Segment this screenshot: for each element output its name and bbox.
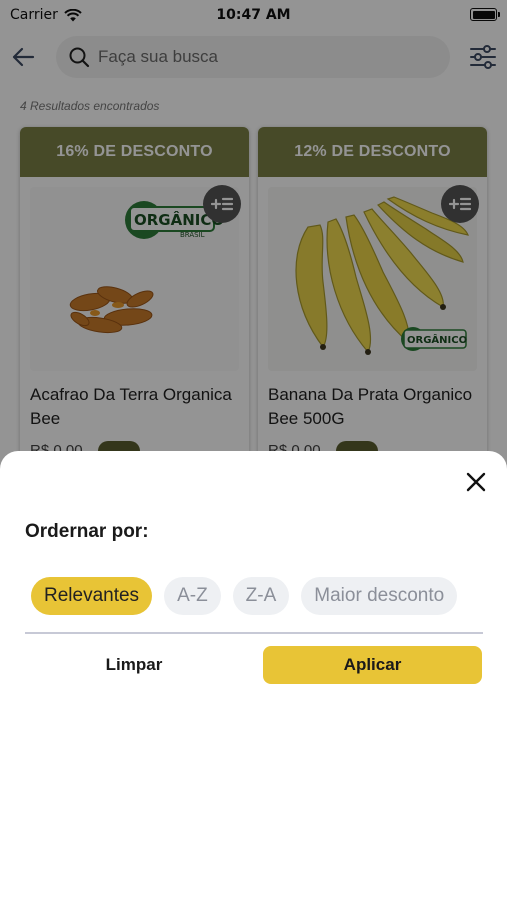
sort-option-relevantes[interactable]: Relevantes	[31, 577, 153, 615]
sort-option-z-a[interactable]: Z-A	[232, 577, 290, 615]
sort-options: Relevantes A-Z Z-A Maior desconto	[31, 577, 483, 617]
close-icon[interactable]	[462, 468, 490, 496]
divider	[25, 632, 483, 634]
clear-button[interactable]: Limpar	[25, 646, 243, 684]
sort-option-a-z[interactable]: A-Z	[164, 577, 221, 615]
sort-title: Ordernar por:	[25, 521, 149, 542]
sort-option-maior-desconto[interactable]: Maior desconto	[301, 577, 458, 615]
apply-button[interactable]: Aplicar	[263, 646, 482, 684]
sort-bottom-sheet: Ordernar por: Relevantes A-Z Z-A Maior desc…	[0, 451, 507, 900]
